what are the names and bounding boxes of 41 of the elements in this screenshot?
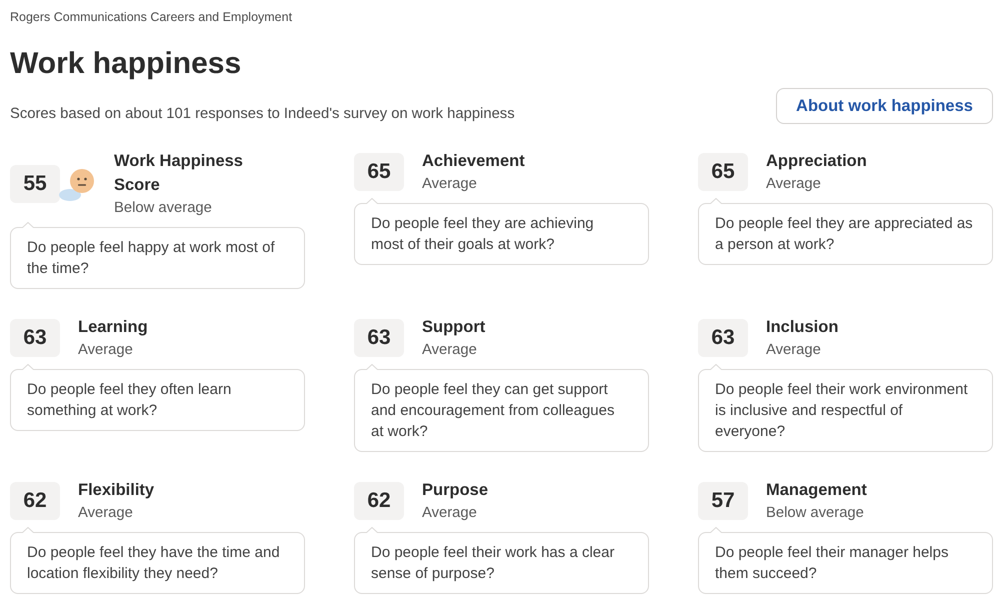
question-card: Do people feel they are achieving most of their goals at work? bbox=[354, 203, 649, 265]
score-tile: 63 bbox=[354, 319, 404, 357]
question-card: Do people feel they are appreciated as a person at work? bbox=[698, 203, 993, 265]
factor-rating: Below average bbox=[114, 199, 213, 218]
page-title: Work happiness bbox=[10, 46, 242, 82]
question-card: Do people feel their work has a clear sense of purpose? bbox=[354, 532, 649, 594]
score-tile: 55 bbox=[10, 165, 60, 203]
factor-name: Appreciation bbox=[766, 151, 867, 172]
factor-rating: Average bbox=[422, 504, 478, 523]
factor-name: Support bbox=[422, 317, 486, 338]
question-card: Do people feel they often learn something at work? bbox=[10, 369, 305, 431]
factor-rating: Average bbox=[78, 341, 134, 360]
about-button[interactable]: About work happiness bbox=[776, 88, 993, 124]
score-tile: 62 bbox=[354, 482, 404, 520]
factor-name: Flexibility bbox=[78, 480, 154, 501]
neutral-face-icon bbox=[58, 168, 96, 202]
question-card: Do people feel their manager helps them succeed? bbox=[698, 532, 993, 594]
factor-rating: Average bbox=[422, 341, 478, 360]
score-tile: 63 bbox=[698, 319, 748, 357]
score-tile: 57 bbox=[698, 482, 748, 520]
question-card: Do people feel they have the time and location flexibility they need? bbox=[10, 532, 305, 594]
factor-name: Work Happiness Score bbox=[114, 151, 244, 196]
factor-name: Management bbox=[766, 480, 867, 501]
score-tile: 62 bbox=[10, 482, 60, 520]
question-card: Do people feel they can get support and encouragement from colleagues at work? bbox=[354, 369, 649, 452]
site-name: Rogers Communications Careers and Employment bbox=[10, 9, 294, 26]
score-tile: 63 bbox=[10, 319, 60, 357]
factor-rating: Average bbox=[766, 175, 822, 194]
factor-rating: Average bbox=[766, 341, 822, 360]
page-subtitle: Scores based on about 101 responses to Indeed's survey on work happiness bbox=[10, 105, 515, 124]
factor-name: Inclusion bbox=[766, 317, 838, 338]
factor-name: Achievement bbox=[422, 151, 525, 172]
score-tile: 65 bbox=[354, 153, 404, 191]
factor-rating: Below average bbox=[766, 504, 865, 523]
factor-name: Purpose bbox=[422, 480, 488, 501]
question-card: Do people feel their work environment is inclusive and respectful of everyone? bbox=[698, 369, 993, 452]
question-card: Do people feel happy at work most of the time? bbox=[10, 227, 305, 289]
factor-name: Learning bbox=[78, 317, 148, 338]
factor-rating: Average bbox=[422, 175, 478, 194]
factor-rating: Average bbox=[78, 504, 134, 523]
score-tile: 65 bbox=[698, 153, 748, 191]
